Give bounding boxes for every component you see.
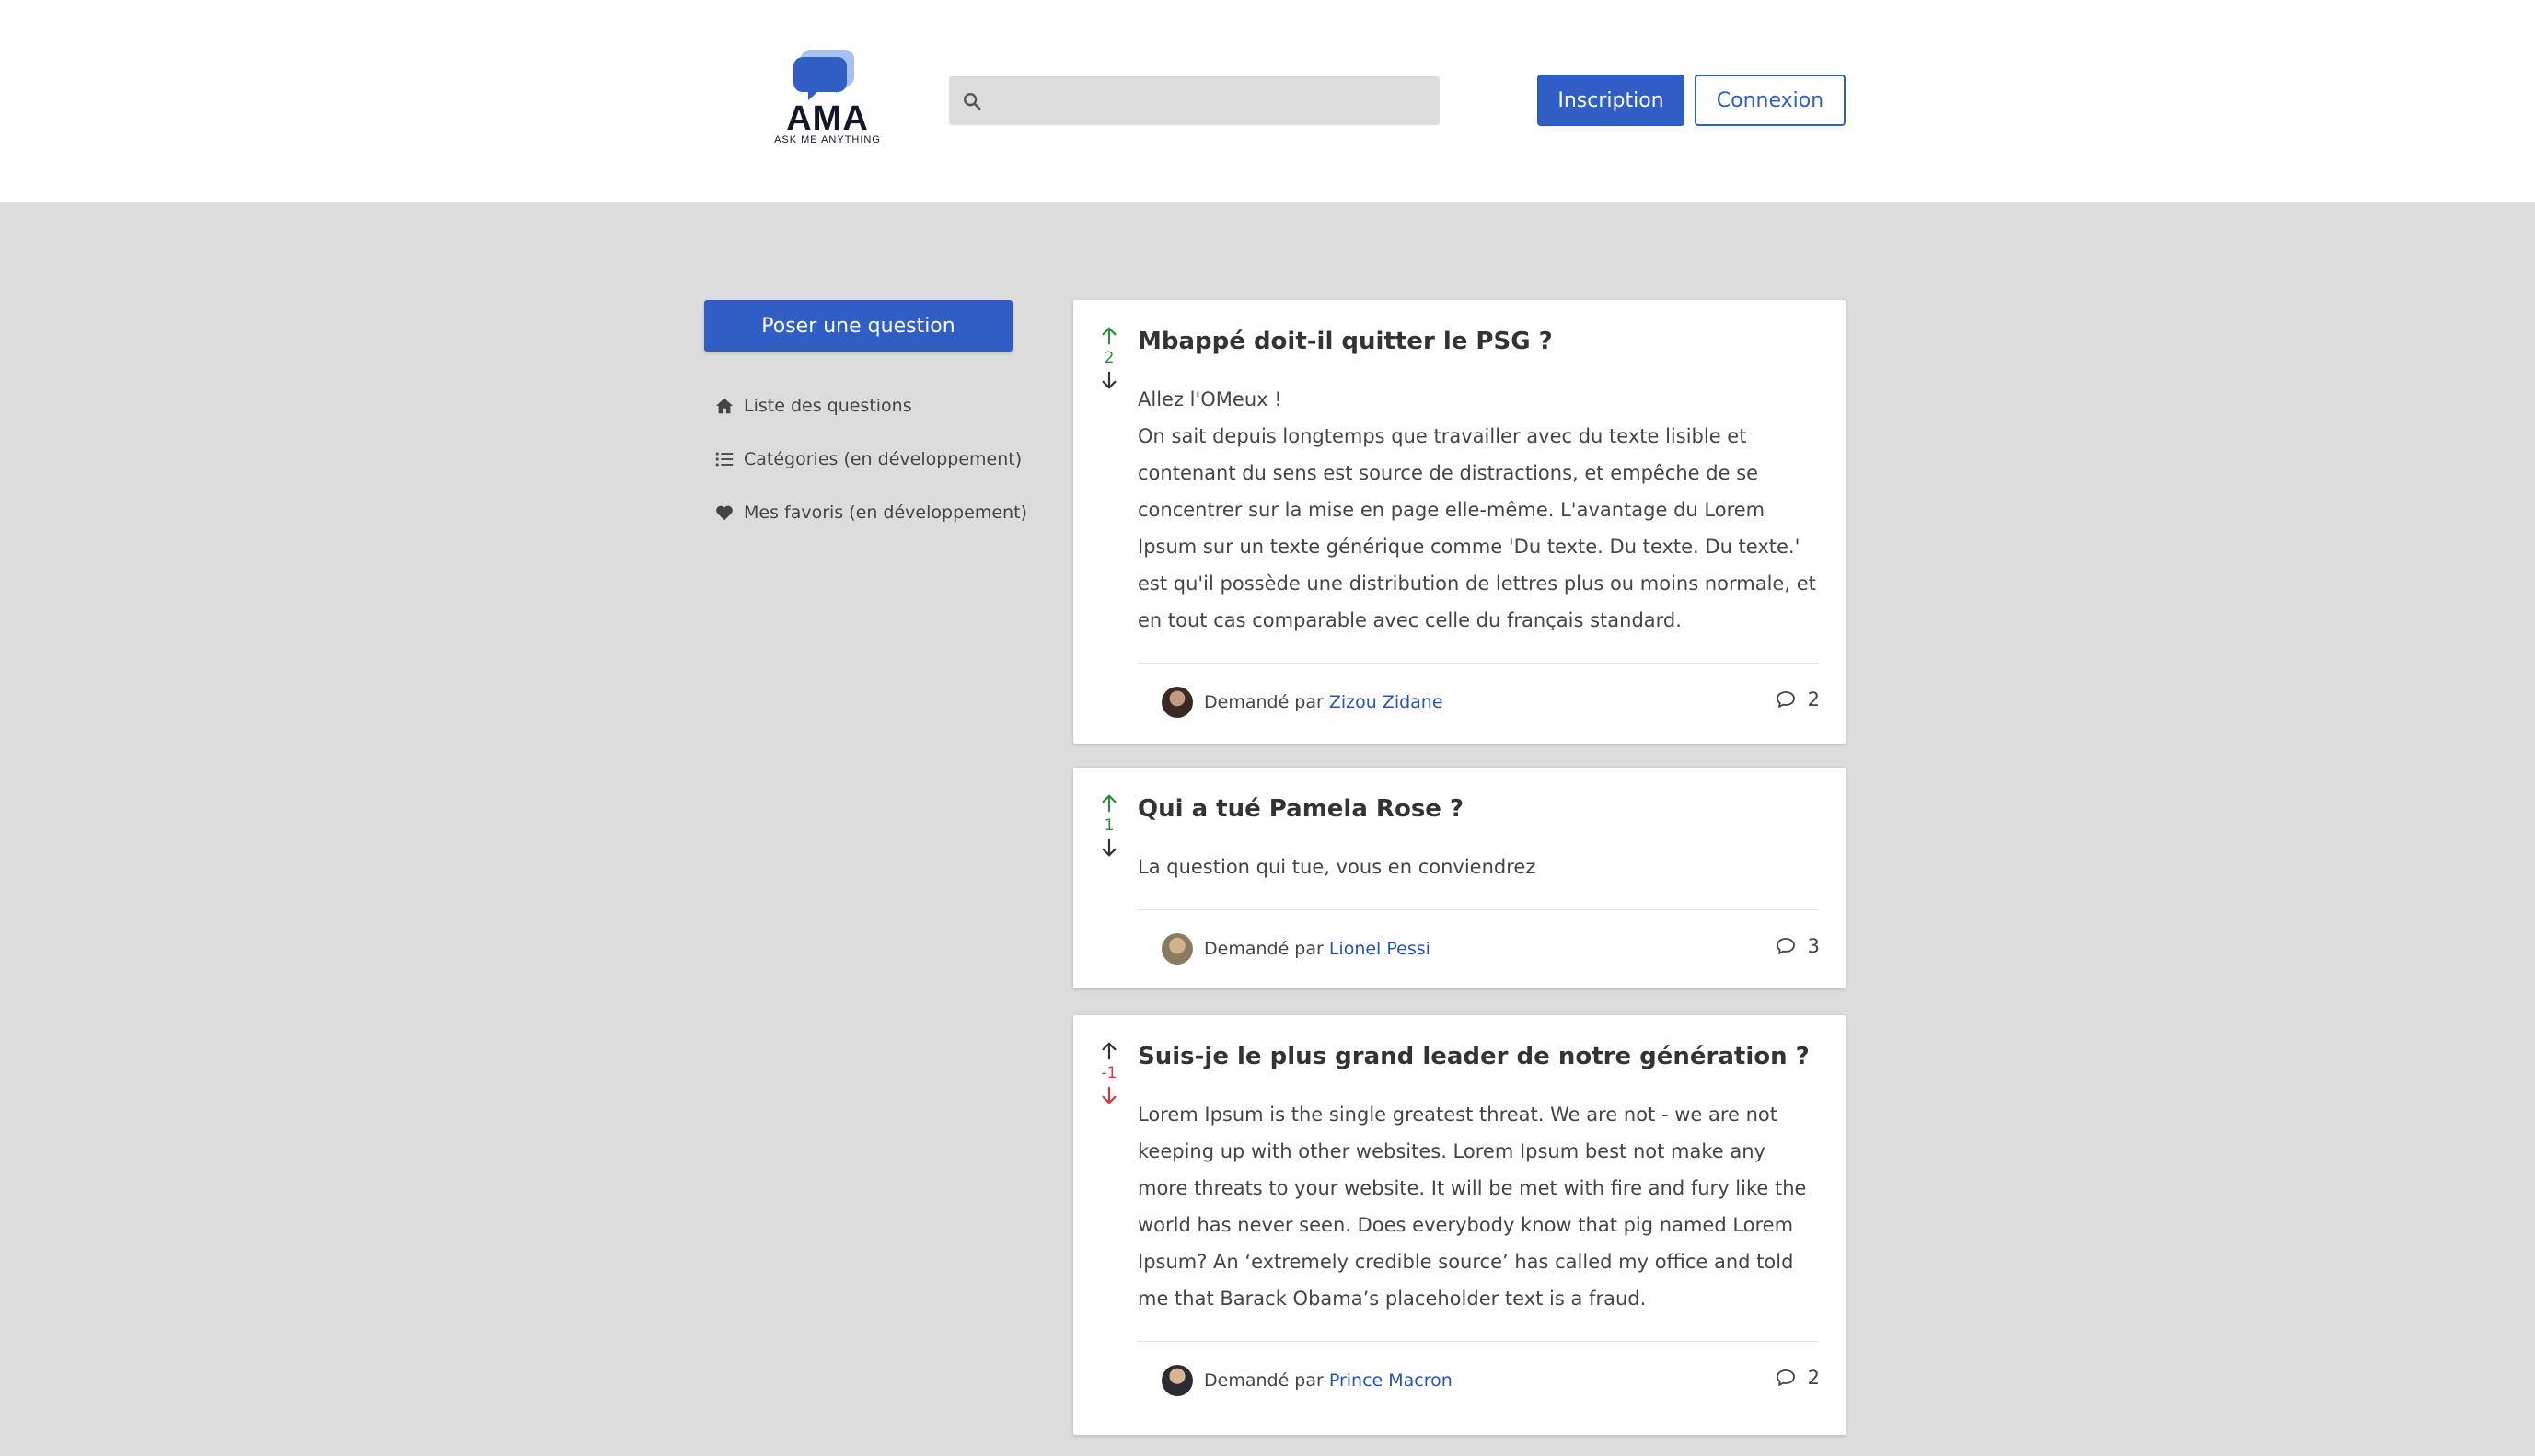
downvote-arrow-icon[interactable] — [1099, 838, 1119, 858]
comment-icon — [1776, 1369, 1795, 1386]
downvote-arrow-icon[interactable] — [1099, 1085, 1119, 1105]
question-title[interactable]: Qui a tué Pamela Rose ? — [1138, 795, 1464, 823]
avatar[interactable] — [1162, 687, 1193, 718]
sidebar-item-favorites[interactable]: Mes favoris (en développement) — [714, 486, 1027, 539]
upvote-arrow-icon[interactable] — [1099, 1041, 1119, 1061]
vote-widget: 1 — [1092, 793, 1127, 858]
divider — [1138, 909, 1819, 910]
vote-widget: -1 — [1092, 1041, 1127, 1105]
search-icon — [964, 93, 981, 110]
comment-count-value: 2 — [1807, 688, 1820, 711]
comment-count-value: 3 — [1807, 935, 1820, 957]
ask-question-button[interactable]: Poser une question — [704, 300, 1013, 352]
home-icon — [715, 398, 734, 414]
vote-score: 1 — [1104, 816, 1115, 835]
comment-icon — [1776, 938, 1795, 954]
comment-count[interactable]: 2 — [1775, 1367, 1820, 1389]
sidebar-item-label: Liste des questions — [744, 396, 912, 416]
comment-icon — [1776, 691, 1795, 708]
avatar[interactable] — [1162, 933, 1193, 965]
question-body: La question qui tue, vous en conviendrez — [1138, 856, 1536, 878]
sidebar-item-label: Catégories (en développement) — [744, 449, 1023, 469]
ama-logo[interactable]: AMA ASK ME ANYTHING — [766, 46, 889, 145]
divider — [1138, 663, 1819, 664]
divider — [1138, 1341, 1819, 1342]
asked-by-label: Demandé par — [1204, 692, 1324, 712]
list-icon — [715, 452, 734, 467]
signup-button[interactable]: Inscription — [1537, 75, 1684, 126]
sidebar-item-categories[interactable]: Catégories (en développement) — [714, 433, 1027, 486]
header: AMA ASK ME ANYTHING Inscription Connexio… — [0, 0, 2535, 202]
sidebar-item-questions[interactable]: Liste des questions — [714, 379, 1027, 433]
heart-icon — [716, 505, 733, 521]
question-card: 1 Qui a tué Pamela Rose ? La question qu… — [1073, 768, 1846, 988]
question-body: Lorem Ipsum is the single greatest threa… — [1138, 1104, 1807, 1310]
sidebar-nav: Liste des questions Catégories (en dével… — [714, 379, 1027, 539]
logo-text: AMA — [786, 99, 869, 138]
question-meta: Demandé par Zizou Zidane — [1162, 687, 1443, 718]
search-input[interactable] — [991, 76, 1428, 127]
asked-by-label: Demandé par — [1204, 939, 1324, 959]
upvote-arrow-icon[interactable] — [1099, 793, 1119, 814]
search-bar[interactable] — [949, 76, 1440, 127]
upvote-arrow-icon[interactable] — [1099, 326, 1119, 346]
comment-count[interactable]: 3 — [1775, 935, 1820, 957]
question-body: Allez l'OMeux ! On sait depuis longtemps… — [1138, 388, 1816, 631]
login-button[interactable]: Connexion — [1695, 75, 1846, 126]
comment-count-value: 2 — [1807, 1367, 1820, 1389]
question-card: -1 Suis-je le plus grand leader de notre… — [1073, 1015, 1846, 1435]
vote-score: -1 — [1101, 1064, 1117, 1082]
question-title[interactable]: Mbappé doit-il quitter le PSG ? — [1138, 328, 1553, 355]
logo-tagline: ASK ME ANYTHING — [774, 134, 881, 145]
question-card: 2 Mbappé doit-il quitter le PSG ? Allez … — [1073, 300, 1846, 744]
asked-by-label: Demandé par — [1204, 1370, 1324, 1391]
avatar[interactable] — [1162, 1365, 1193, 1396]
sidebar-item-label: Mes favoris (en développement) — [744, 503, 1027, 523]
speech-bubble-icon — [793, 50, 854, 100]
author-link[interactable]: Zizou Zidane — [1329, 692, 1443, 712]
question-title[interactable]: Suis-je le plus grand leader de notre gé… — [1138, 1043, 1810, 1070]
downvote-arrow-icon[interactable] — [1099, 370, 1119, 390]
question-meta: Demandé par Lionel Pessi — [1162, 933, 1430, 965]
question-meta: Demandé par Prince Macron — [1162, 1365, 1453, 1396]
vote-score: 2 — [1104, 349, 1115, 367]
author-link[interactable]: Lionel Pessi — [1329, 939, 1430, 959]
author-link[interactable]: Prince Macron — [1329, 1370, 1453, 1391]
comment-count[interactable]: 2 — [1775, 688, 1820, 711]
vote-widget: 2 — [1092, 326, 1127, 390]
